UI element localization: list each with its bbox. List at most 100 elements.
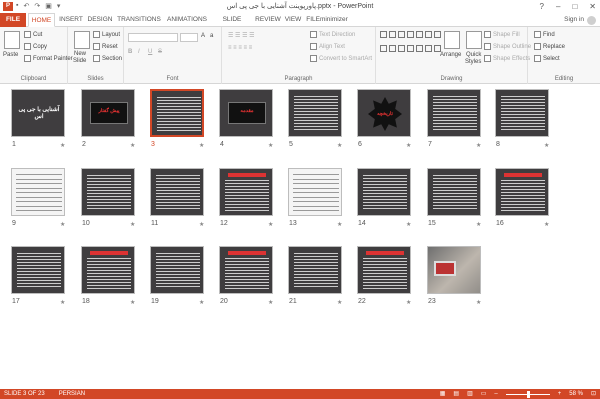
transition-star-icon[interactable]: ★ bbox=[268, 221, 273, 228]
section-button[interactable]: Section bbox=[93, 55, 122, 62]
slide-thumbnail[interactable] bbox=[357, 246, 411, 294]
arrange-icon[interactable] bbox=[444, 31, 460, 49]
cut-button[interactable]: Cut bbox=[24, 31, 42, 38]
tab-insert[interactable]: INSERT bbox=[58, 13, 84, 27]
slide-thumbnail[interactable] bbox=[150, 168, 204, 216]
triangle-shape-icon[interactable] bbox=[416, 31, 423, 38]
slide-thumbnail[interactable] bbox=[427, 89, 481, 137]
tab-home[interactable]: HOME bbox=[28, 13, 55, 27]
transition-star-icon[interactable]: ★ bbox=[337, 221, 342, 228]
curve-shape-icon[interactable] bbox=[434, 31, 441, 38]
font-size-combo[interactable] bbox=[180, 33, 198, 42]
quick-styles-label-2[interactable]: Styles bbox=[465, 59, 481, 65]
shape-fill-button[interactable]: Shape Fill bbox=[484, 31, 520, 38]
zoom-out-button[interactable]: – bbox=[494, 389, 497, 399]
transition-star-icon[interactable]: ★ bbox=[199, 299, 204, 306]
transition-star-icon[interactable]: ★ bbox=[130, 142, 135, 149]
slide-thumbnail[interactable] bbox=[11, 246, 65, 294]
transition-star-icon[interactable]: ★ bbox=[476, 221, 481, 228]
slide-sorter-view-icon[interactable]: ▤ bbox=[453, 389, 459, 399]
slideshow-view-icon[interactable]: ▭ bbox=[481, 389, 487, 399]
transition-star-icon[interactable]: ★ bbox=[199, 221, 204, 228]
reading-view-icon[interactable]: ▥ bbox=[467, 389, 473, 399]
slide-thumbnail[interactable] bbox=[288, 89, 342, 137]
help-button[interactable]: ? bbox=[540, 1, 544, 12]
connector-shape-icon[interactable] bbox=[425, 31, 432, 38]
transition-star-icon[interactable]: ★ bbox=[476, 299, 481, 306]
tab-review[interactable]: REVIEW bbox=[255, 13, 281, 27]
shrink-font-icon[interactable]: a bbox=[210, 33, 213, 39]
slide-thumbnail[interactable] bbox=[81, 246, 135, 294]
slide-thumbnail[interactable]: آشنایی با جی پی اس bbox=[11, 89, 65, 137]
pentagon-shape-icon[interactable] bbox=[425, 44, 432, 52]
arrange-button[interactable]: Arrange bbox=[440, 52, 461, 58]
rectangle-shape-icon[interactable] bbox=[398, 31, 405, 38]
bullets-icon[interactable]: ☰ ☰ ☰ ☰ bbox=[228, 32, 255, 39]
tab-view[interactable]: VIEW bbox=[284, 13, 302, 27]
find-button[interactable]: Find bbox=[534, 31, 555, 38]
oval-shape-icon[interactable] bbox=[407, 31, 414, 38]
new-slide-label-1[interactable]: New bbox=[74, 51, 86, 57]
shape-outline-button[interactable]: Shape Outline bbox=[484, 43, 531, 50]
slide-thumbnail[interactable]: تاریخچه bbox=[357, 89, 411, 137]
copy-button[interactable]: Copy bbox=[24, 43, 47, 50]
customize-qat-icon[interactable]: ▾ bbox=[57, 2, 61, 10]
tab-transitions[interactable]: TRANSITIONS bbox=[116, 13, 162, 27]
sign-in-label[interactable]: Sign in bbox=[564, 13, 584, 27]
slide-thumbnail[interactable] bbox=[11, 168, 65, 216]
textbox-shape-icon[interactable] bbox=[416, 44, 423, 52]
font-name-combo[interactable] bbox=[128, 33, 178, 42]
strikethrough-button[interactable]: S bbox=[158, 49, 162, 55]
slide-thumbnail[interactable] bbox=[427, 168, 481, 216]
transition-star-icon[interactable]: ★ bbox=[544, 142, 549, 149]
slide-thumbnail[interactable] bbox=[357, 168, 411, 216]
shapes-gallery[interactable] bbox=[380, 31, 442, 57]
minimize-button[interactable]: – bbox=[556, 1, 560, 12]
transition-star-icon[interactable]: ★ bbox=[337, 142, 342, 149]
star-shape-icon[interactable] bbox=[380, 44, 387, 52]
underline-button[interactable]: U bbox=[148, 49, 152, 55]
transition-star-icon[interactable]: ★ bbox=[60, 221, 65, 228]
italic-button[interactable]: I bbox=[138, 49, 140, 55]
text-direction-button[interactable]: Text Direction bbox=[310, 31, 355, 38]
slide-thumbnail[interactable] bbox=[288, 168, 342, 216]
slide-thumbnail[interactable] bbox=[150, 89, 204, 137]
zoom-level[interactable]: 58 % bbox=[569, 389, 583, 399]
slide-thumbnail[interactable] bbox=[427, 246, 481, 294]
slide-thumbnail[interactable] bbox=[288, 246, 342, 294]
replace-button[interactable]: Replace bbox=[534, 43, 565, 50]
transition-star-icon[interactable]: ★ bbox=[268, 299, 273, 306]
new-slide-label-2[interactable]: Slide bbox=[73, 58, 86, 64]
maximize-button[interactable]: □ bbox=[572, 1, 577, 12]
slide-thumbnail[interactable]: پیش گفتار bbox=[81, 89, 135, 137]
normal-view-icon[interactable]: ▦ bbox=[440, 389, 446, 399]
select-button[interactable]: Select bbox=[534, 55, 560, 62]
line-shape-icon[interactable] bbox=[380, 31, 387, 38]
paste-icon[interactable] bbox=[4, 31, 20, 49]
zoom-slider-thumb[interactable] bbox=[526, 390, 530, 398]
transition-star-icon[interactable]: ★ bbox=[544, 221, 549, 228]
slide-thumbnail[interactable] bbox=[219, 168, 273, 216]
arrow-shape-icon[interactable] bbox=[389, 31, 396, 38]
callout-shape-icon[interactable] bbox=[407, 44, 414, 52]
slide-thumbnail[interactable] bbox=[150, 246, 204, 294]
quick-styles-label-1[interactable]: Quick bbox=[466, 52, 481, 58]
transition-star-icon[interactable]: ★ bbox=[406, 142, 411, 149]
brace-shape-icon[interactable] bbox=[389, 44, 396, 52]
paste-button[interactable]: Paste bbox=[3, 52, 18, 58]
tab-file[interactable]: FILE bbox=[0, 13, 26, 27]
zoom-in-button[interactable]: + bbox=[558, 389, 562, 399]
transition-star-icon[interactable]: ★ bbox=[130, 299, 135, 306]
transition-star-icon[interactable]: ★ bbox=[406, 299, 411, 306]
start-slideshow-icon[interactable]: ▣ bbox=[45, 2, 52, 10]
format-painter-button[interactable]: Format Painter bbox=[24, 55, 73, 62]
tab-fileminimizer[interactable]: FILEminimizer bbox=[305, 13, 349, 27]
tab-design[interactable]: DESIGN bbox=[87, 13, 113, 27]
transition-star-icon[interactable]: ★ bbox=[130, 221, 135, 228]
transition-star-icon[interactable]: ★ bbox=[476, 142, 481, 149]
align-icons[interactable]: ≡ ≡ ≡ ≡ ≡ bbox=[228, 45, 252, 51]
transition-star-icon[interactable]: ★ bbox=[199, 142, 204, 149]
reset-button[interactable]: Reset bbox=[93, 43, 118, 50]
transition-star-icon[interactable]: ★ bbox=[268, 142, 273, 149]
convert-smartart-button[interactable]: Convert to SmartArt bbox=[310, 55, 372, 62]
